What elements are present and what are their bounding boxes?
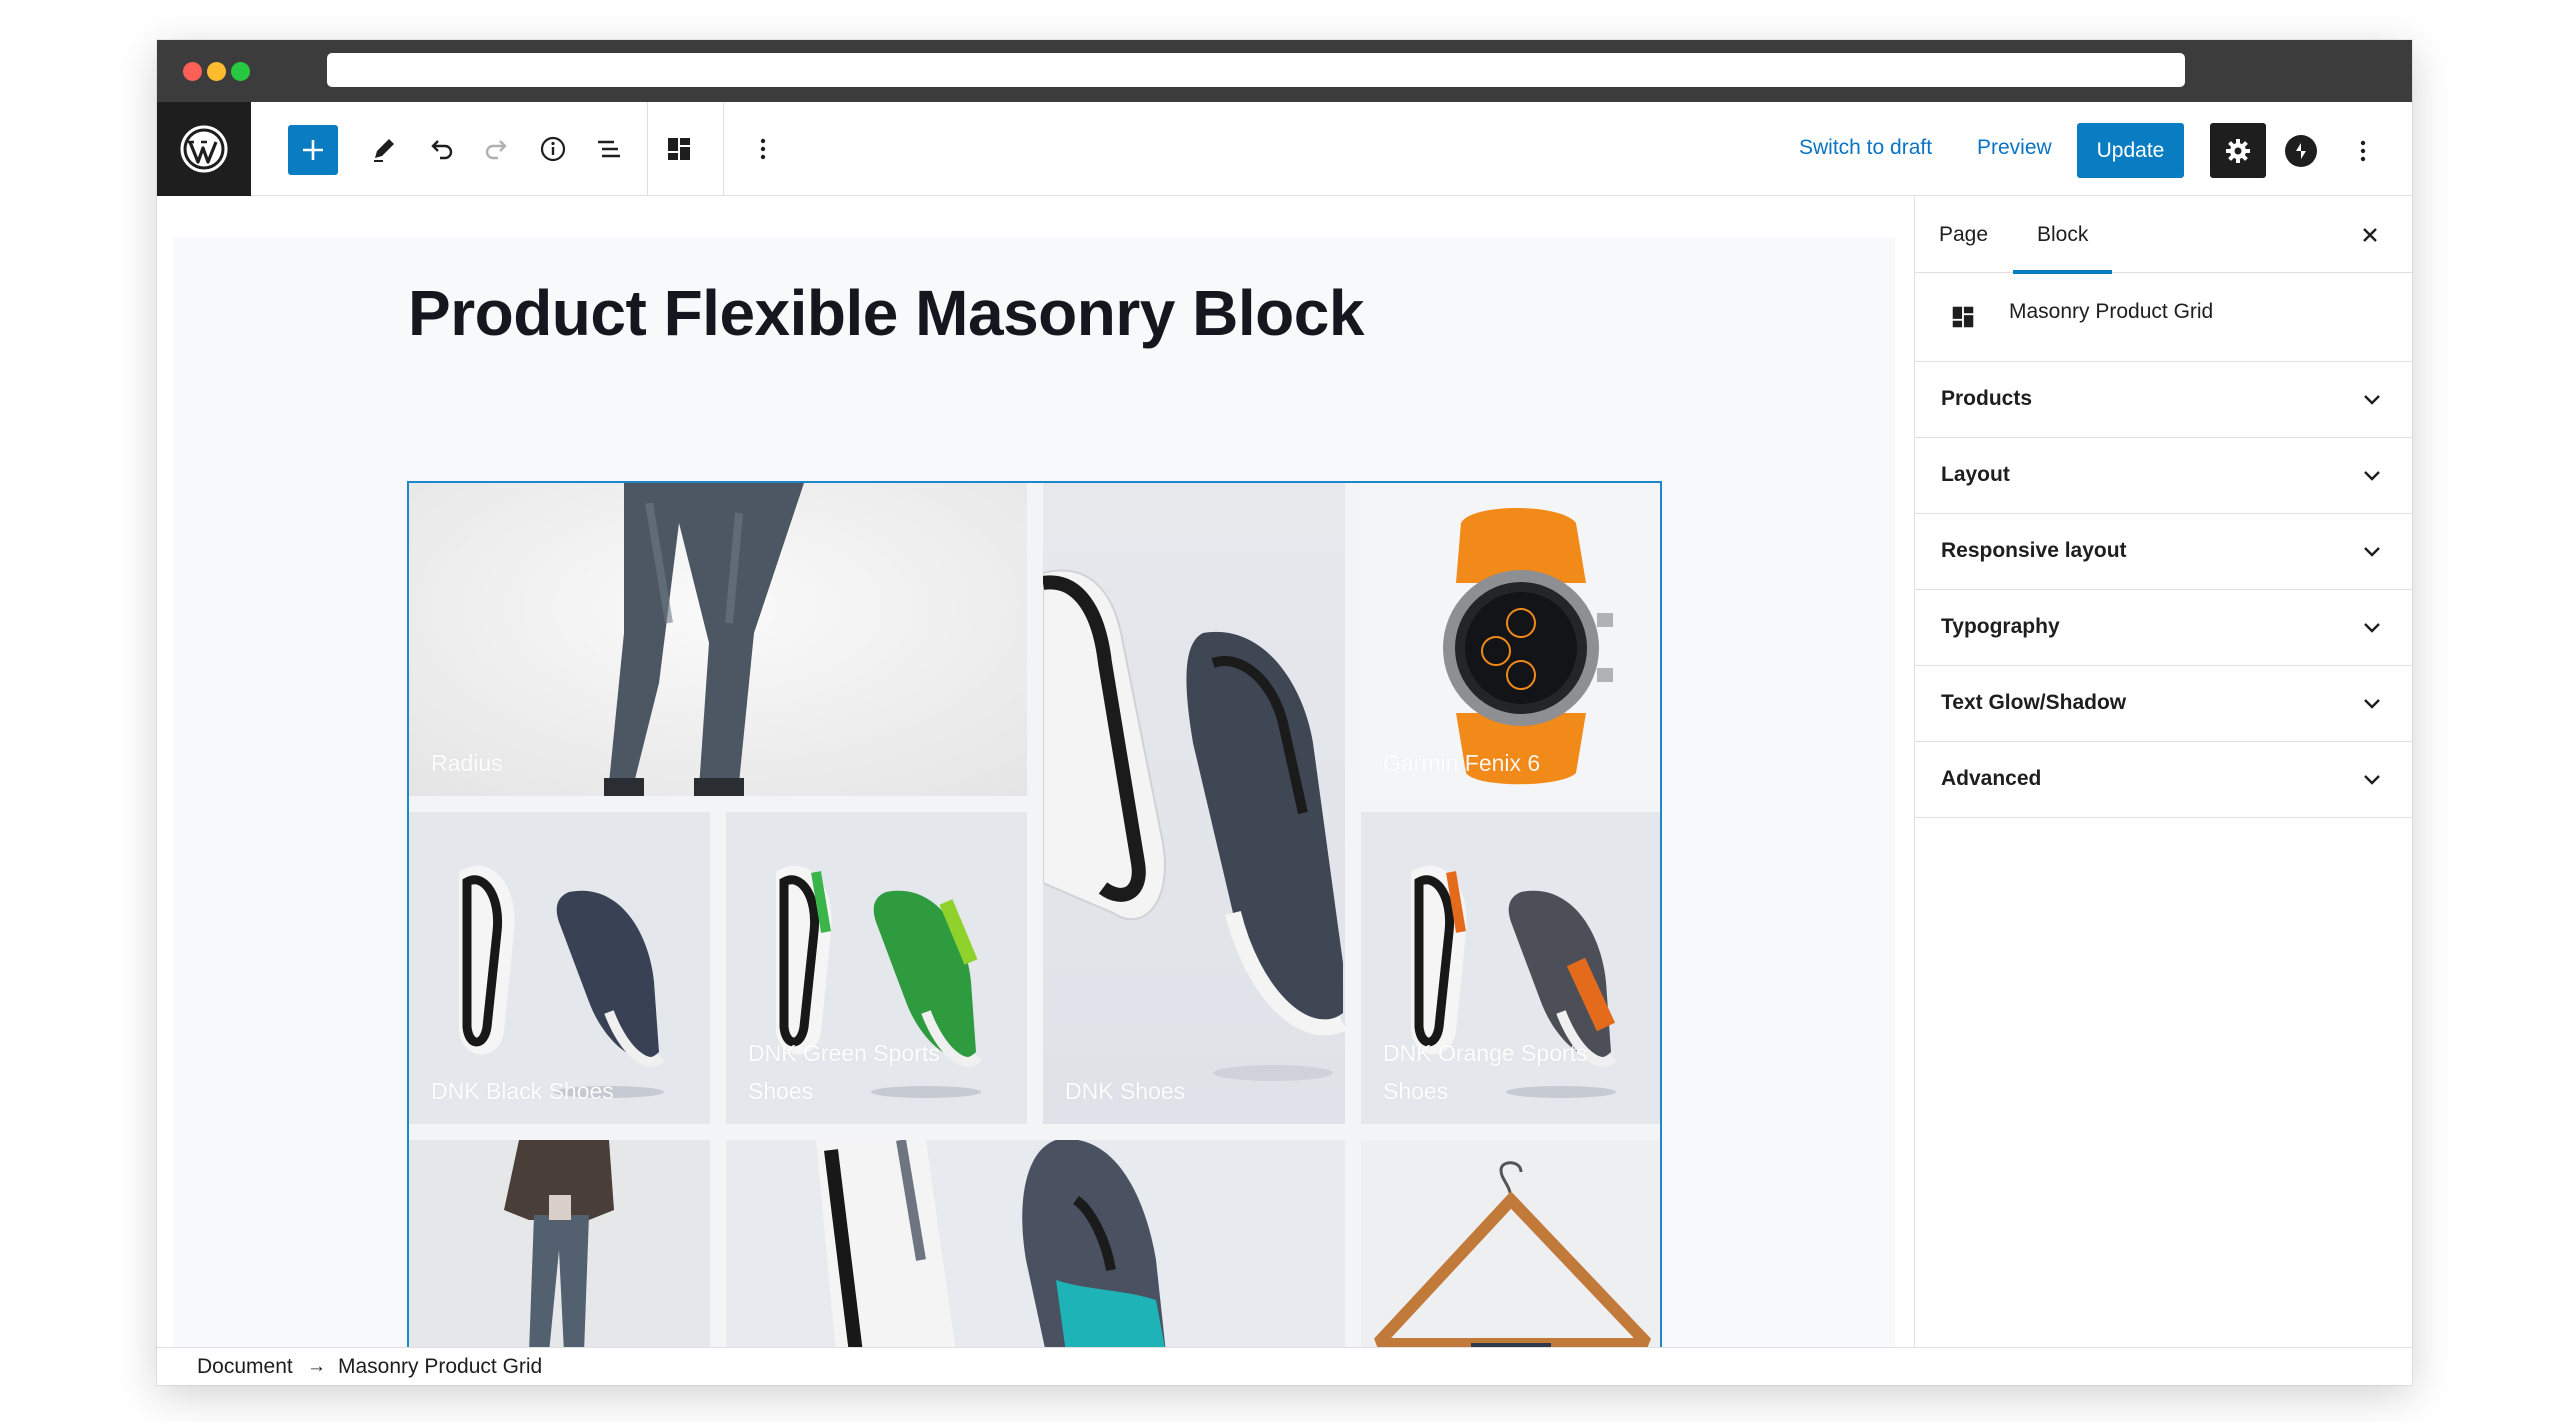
- chevron-down-icon: [2358, 386, 2386, 414]
- chevron-down-icon: [2358, 462, 2386, 490]
- undo-icon: [431, 140, 453, 160]
- jetpack-button[interactable]: [2285, 135, 2317, 167]
- panel-layout[interactable]: Layout: [1915, 438, 2412, 514]
- grid-tile-hanger[interactable]: [1361, 1140, 1660, 1349]
- panel-typography[interactable]: Typography: [1915, 590, 2412, 666]
- product-title: Garmin Fenix 6: [1383, 750, 1541, 776]
- sidebar-tabs: Page Block: [1915, 197, 2412, 274]
- close-icon: [2363, 228, 2377, 242]
- masonry-product-grid[interactable]: Radius DNK Shoes Garmin Fenix 6 DNK Blac…: [407, 481, 1662, 1351]
- redo-button[interactable]: [473, 125, 521, 173]
- chevron-down-icon: [2358, 538, 2386, 566]
- plus-icon: [303, 140, 323, 160]
- grid-tile-dnk-orange-sports-shoes[interactable]: DNK Orange Sports Shoes: [1361, 812, 1660, 1124]
- panel-title: Responsive layout: [1941, 539, 2127, 562]
- product-title: DNK Green Sports Shoes: [748, 1040, 940, 1104]
- panel-responsive-layout[interactable]: Responsive layout: [1915, 514, 2412, 590]
- grid-tile-garmin-fenix-6[interactable]: Garmin Fenix 6: [1361, 483, 1660, 796]
- masonry-block-icon: [668, 138, 690, 160]
- panel-title: Layout: [1941, 463, 2010, 486]
- chevron-down-icon: [2358, 614, 2386, 642]
- panel-advanced[interactable]: Advanced: [1915, 742, 2412, 818]
- undo-button[interactable]: [417, 125, 465, 173]
- block-type-button[interactable]: [655, 125, 703, 173]
- block-card-title: Masonry Product Grid: [2009, 300, 2214, 323]
- panel-title: Text Glow/Shadow: [1941, 691, 2127, 714]
- product-title: DNK Black Shoes: [431, 1078, 614, 1104]
- info-icon: [540, 136, 566, 162]
- settings-button[interactable]: [2210, 123, 2266, 178]
- panel-products[interactable]: Products: [1915, 362, 2412, 438]
- close-window-button[interactable]: [183, 62, 202, 81]
- grid-tile-teal-shoes[interactable]: [726, 1140, 1345, 1349]
- add-block-button[interactable]: [288, 125, 338, 175]
- pencil-icon: [374, 139, 394, 162]
- block-breadcrumb: Document → Masonry Product Grid: [157, 1347, 2412, 1385]
- chevron-down-icon: [2358, 690, 2386, 718]
- block-card: Masonry Product Grid: [1915, 273, 2412, 362]
- panel-title: Typography: [1941, 615, 2060, 638]
- product-image: [1043, 483, 1345, 1124]
- grid-tile-dnk-shoes[interactable]: DNK Shoes: [1043, 483, 1345, 1124]
- product-image: [1361, 1140, 1660, 1349]
- details-button[interactable]: [529, 125, 577, 173]
- panel-text-glow-shadow[interactable]: Text Glow/Shadow: [1915, 666, 2412, 742]
- browser-title-bar: [157, 40, 2412, 102]
- panel-title: Products: [1941, 387, 2033, 410]
- arrow-right-icon: →: [307, 1356, 326, 1377]
- settings-sidebar: Page Block Masonry Product Grid Products…: [1914, 197, 2412, 1347]
- address-bar[interactable]: [327, 53, 2185, 87]
- breadcrumb-masonry-product-grid[interactable]: Masonry Product Grid: [338, 1355, 542, 1379]
- redo-icon: [485, 140, 507, 160]
- update-button[interactable]: Update: [2077, 123, 2184, 178]
- editor-toolbar: Switch to draft Preview Update: [157, 102, 2412, 196]
- close-sidebar-button[interactable]: [2354, 219, 2386, 251]
- toolbar-divider: [647, 102, 648, 196]
- block-options-button[interactable]: [739, 125, 787, 173]
- jetpack-icon: [2296, 143, 2306, 159]
- more-vertical-icon: [2360, 140, 2366, 162]
- list-view-button[interactable]: [585, 125, 633, 173]
- masonry-block-icon: [1952, 306, 1974, 328]
- preview-button[interactable]: Preview: [1977, 136, 2052, 160]
- switch-to-draft-button[interactable]: Switch to draft: [1799, 136, 1932, 160]
- gear-icon: [2226, 138, 2250, 163]
- grid-tile-dnk-green-sports-shoes[interactable]: DNK Green Sports Shoes: [726, 812, 1027, 1124]
- grid-tile-dnk-black-shoes[interactable]: DNK Black Shoes: [409, 812, 710, 1124]
- minimize-window-button[interactable]: [207, 62, 226, 81]
- wordpress-logo-icon: [180, 125, 228, 173]
- product-image: [409, 1140, 710, 1349]
- list-view-icon: [598, 140, 620, 158]
- options-menu-button[interactable]: [2353, 131, 2373, 171]
- grid-tile-jeans[interactable]: [409, 1140, 710, 1349]
- breadcrumb-document[interactable]: Document: [197, 1355, 293, 1379]
- panel-title: Advanced: [1941, 767, 2042, 790]
- page-title[interactable]: Product Flexible Masonry Block: [408, 276, 1364, 350]
- tab-page[interactable]: Page: [1915, 197, 2012, 273]
- tab-block[interactable]: Block: [2013, 197, 2113, 274]
- toolbar-divider: [723, 102, 724, 196]
- wordpress-logo-button[interactable]: [157, 102, 251, 196]
- edit-tool-button[interactable]: [360, 125, 408, 173]
- product-title: DNK Shoes: [1065, 1078, 1186, 1104]
- product-image: [726, 1140, 1345, 1349]
- grid-tile-radius[interactable]: Radius: [409, 483, 1027, 796]
- chevron-down-icon: [2358, 766, 2386, 794]
- maximize-window-button[interactable]: [231, 62, 250, 81]
- product-title: Radius: [431, 750, 503, 776]
- product-title: DNK Orange Sports Shoes: [1383, 1040, 1588, 1104]
- more-vertical-icon: [760, 138, 766, 160]
